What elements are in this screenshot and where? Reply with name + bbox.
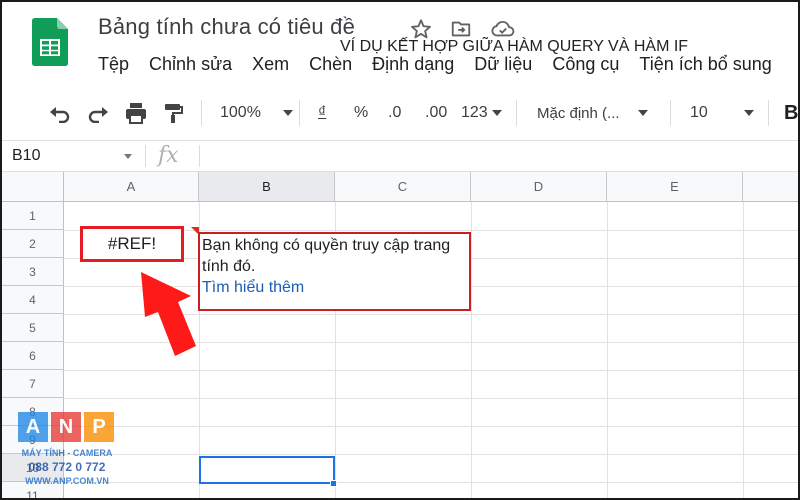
column-header-d[interactable]: D [471, 172, 607, 202]
menu-bar: Tệp Chỉnh sửa Xem Chèn Định dạng Dữ liệu… [98, 54, 792, 78]
fill-handle[interactable] [330, 480, 337, 487]
font-size-select[interactable]: 10 [690, 90, 754, 136]
column-header-b[interactable]: B [199, 172, 335, 202]
percent-format-button[interactable]: % [354, 90, 368, 136]
menu-insert[interactable]: Chèn [309, 54, 352, 78]
column-header-c[interactable]: C [335, 172, 471, 202]
print-icon[interactable] [124, 90, 148, 136]
document-title[interactable]: Bảng tính chưa có tiêu đề [98, 14, 355, 40]
increase-decimal-button[interactable]: .00 [425, 90, 447, 136]
spreadsheet-window: Bảng tính chưa có tiêu đề Tệp Chỉnh sửa … [0, 0, 800, 500]
menu-file[interactable]: Tệp [98, 54, 129, 78]
decrease-decimal-button[interactable]: .0 [388, 90, 401, 136]
watermark-letter-p: P [84, 412, 114, 442]
watermark-tagline: MÁY TÍNH - CAMERA [21, 448, 113, 458]
menu-view[interactable]: Xem [252, 54, 289, 78]
column-header-f[interactable] [743, 172, 798, 202]
cell-c1[interactable]: VÍ DỤ KẾT HỢP GIỮA HÀM QUERY VÀ HÀM IF [340, 38, 688, 56]
menu-edit[interactable]: Chỉnh sửa [149, 54, 232, 78]
menu-format[interactable]: Định dạng [372, 54, 454, 78]
bold-button[interactable]: B [784, 90, 798, 136]
watermark-website: WWW.ANP.COM.VN [25, 476, 109, 486]
row-header-4[interactable]: 4 [2, 286, 64, 314]
row-header-5[interactable]: 5 [2, 314, 64, 342]
tooltip-message: Bạn không có quyền truy cập trang tính đ… [202, 237, 451, 275]
column-header-a[interactable]: A [64, 172, 199, 202]
watermark-letter-n: N [51, 412, 81, 442]
paint-format-icon[interactable] [162, 90, 184, 136]
name-box[interactable]: B10 [12, 147, 40, 165]
red-arrow-annotation-icon [141, 272, 196, 356]
menu-addons[interactable]: Tiện ích bổ sung [639, 54, 771, 78]
learn-more-link[interactable]: Tìm hiểu thêm [202, 277, 467, 298]
zoom-select[interactable]: 100% [220, 90, 293, 136]
sheets-logo-icon[interactable] [32, 18, 68, 66]
currency-format-button[interactable]: ₫ [318, 90, 326, 136]
row-header-2[interactable]: 2 [2, 230, 64, 258]
row-header-3[interactable]: 3 [2, 258, 64, 286]
cell-a2[interactable]: #REF! [80, 226, 184, 262]
menu-tools[interactable]: Công cụ [552, 54, 619, 78]
more-formats-button[interactable]: 123 [461, 90, 502, 136]
undo-icon[interactable] [48, 90, 72, 136]
formula-bar: B10 fx [2, 140, 798, 172]
name-box-dropdown-icon[interactable] [124, 154, 132, 159]
selected-cell-b10[interactable] [199, 456, 335, 484]
watermark-letter-a: A [18, 412, 48, 442]
zoom-value: 100% [220, 104, 261, 121]
toolbar: 100% ₫ % .0 .00 123 Mặc định (... 10 B [2, 90, 798, 136]
error-tooltip: Bạn không có quyền truy cập trang tính đ… [198, 232, 471, 311]
font-family-select[interactable]: Mặc định (... [537, 90, 648, 136]
row-header-7[interactable]: 7 [2, 370, 64, 398]
watermark-phone: 088 772 0 772 [28, 460, 106, 474]
anp-watermark-logo: A N P MÁY TÍNH - CAMERA 088 772 0 772 WW… [18, 412, 116, 492]
redo-icon[interactable] [86, 90, 110, 136]
fx-icon: fx [158, 143, 179, 168]
row-header-6[interactable]: 6 [2, 342, 64, 370]
select-all-corner[interactable] [2, 172, 64, 202]
menu-data[interactable]: Dữ liệu [474, 54, 532, 78]
row-header-1[interactable]: 1 [2, 202, 64, 230]
column-header-e[interactable]: E [607, 172, 743, 202]
